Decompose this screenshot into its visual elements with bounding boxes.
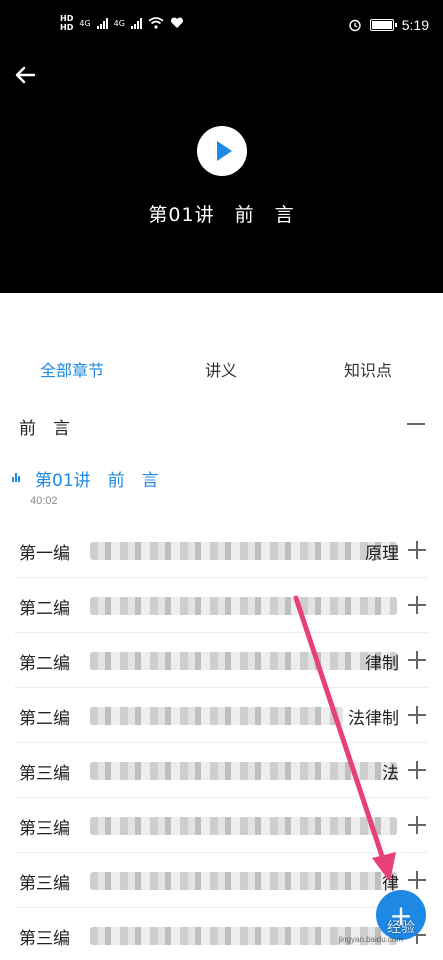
section-header[interactable]: 前 言 (0, 400, 443, 450)
blurred-title (90, 817, 397, 835)
plus-icon[interactable] (408, 761, 426, 779)
hd-bottom-label: HD (60, 23, 74, 32)
blurred-title (90, 652, 397, 670)
network-type-2: 4G (113, 18, 125, 28)
plus-icon[interactable] (408, 706, 426, 724)
chapter-label: 第二编 (19, 599, 70, 619)
back-button[interactable] (12, 62, 38, 88)
battery-icon (369, 19, 397, 31)
plus-icon[interactable] (408, 541, 426, 559)
watermark: 经验 (387, 920, 415, 936)
wifi-icon (148, 17, 164, 29)
blurred-title (90, 762, 397, 780)
network-type-1: 4G (79, 18, 91, 28)
chapter-row[interactable]: 第二编 法律制 (0, 688, 443, 743)
chapter-row[interactable]: 第二编 (0, 578, 443, 633)
lesson-title: 第01讲 前 言 (35, 471, 159, 491)
blurred-title (90, 597, 397, 615)
chapter-label: 第一编 (19, 544, 70, 564)
playing-indicator-icon (12, 473, 20, 482)
chapter-row[interactable]: 第三编 (0, 798, 443, 853)
hd-indicator: HD HD (60, 14, 73, 32)
status-bar: HD HD 4G 4G 5:19 (0, 0, 443, 52)
section-title: 前 言 (19, 419, 70, 439)
status-icons-left: HD HD 4G 4G (60, 14, 184, 32)
chapter-label: 第二编 (19, 709, 70, 729)
chapter-title-end: 法 (382, 764, 399, 784)
video-player[interactable]: 第01讲 前 言 (0, 52, 443, 293)
chapter-title-end: 原理 (365, 544, 399, 564)
minus-icon[interactable] (407, 423, 425, 425)
chapter-label: 第二编 (19, 654, 70, 674)
chapter-row[interactable]: 第三编 法 (0, 743, 443, 798)
chapter-row[interactable]: 第一编 原理 (0, 523, 443, 578)
clock: 5:19 (401, 17, 429, 33)
chapter-title-end: 法律制 (348, 709, 399, 729)
video-title: 第01讲 前 言 (148, 204, 295, 226)
tab-bar: 全部章节 讲义 知识点 (0, 345, 443, 391)
tab-all-chapters[interactable]: 全部章节 (40, 357, 104, 381)
chapter-row[interactable]: 第三编 律 (0, 853, 443, 908)
plus-icon[interactable] (408, 816, 426, 834)
signal-icon (96, 17, 108, 29)
plus-icon[interactable] (408, 871, 426, 889)
chapter-label: 第三编 (19, 764, 70, 784)
chapter-row[interactable]: 第二编 律制 (0, 633, 443, 688)
chapter-label: 第三编 (19, 819, 70, 839)
plus-icon[interactable] (408, 651, 426, 669)
lesson-duration: 40:02 (30, 495, 58, 507)
chapter-label: 第三编 (19, 929, 70, 949)
watermark-url: jingyan.baidu.com (338, 935, 403, 944)
status-icons-right: 5:19 (348, 17, 429, 33)
play-button[interactable] (197, 126, 247, 176)
heart-rate-icon (170, 17, 183, 28)
chapter-title-end: 律制 (365, 654, 399, 674)
blurred-title (90, 872, 397, 890)
current-lesson-item[interactable]: 第01讲 前 言 40:02 (0, 458, 443, 516)
chapter-label: 第三编 (19, 874, 70, 894)
arrow-left-icon (15, 66, 35, 84)
blurred-title (90, 707, 343, 725)
blurred-title (90, 542, 397, 560)
tab-knowledge-points[interactable]: 知识点 (344, 357, 392, 381)
plus-icon[interactable] (408, 596, 426, 614)
alarm-icon (349, 19, 361, 32)
tab-handout[interactable]: 讲义 (205, 357, 237, 381)
signal-icon-2 (130, 17, 142, 29)
hd-top-label: HD (60, 14, 74, 23)
play-icon (216, 141, 232, 161)
